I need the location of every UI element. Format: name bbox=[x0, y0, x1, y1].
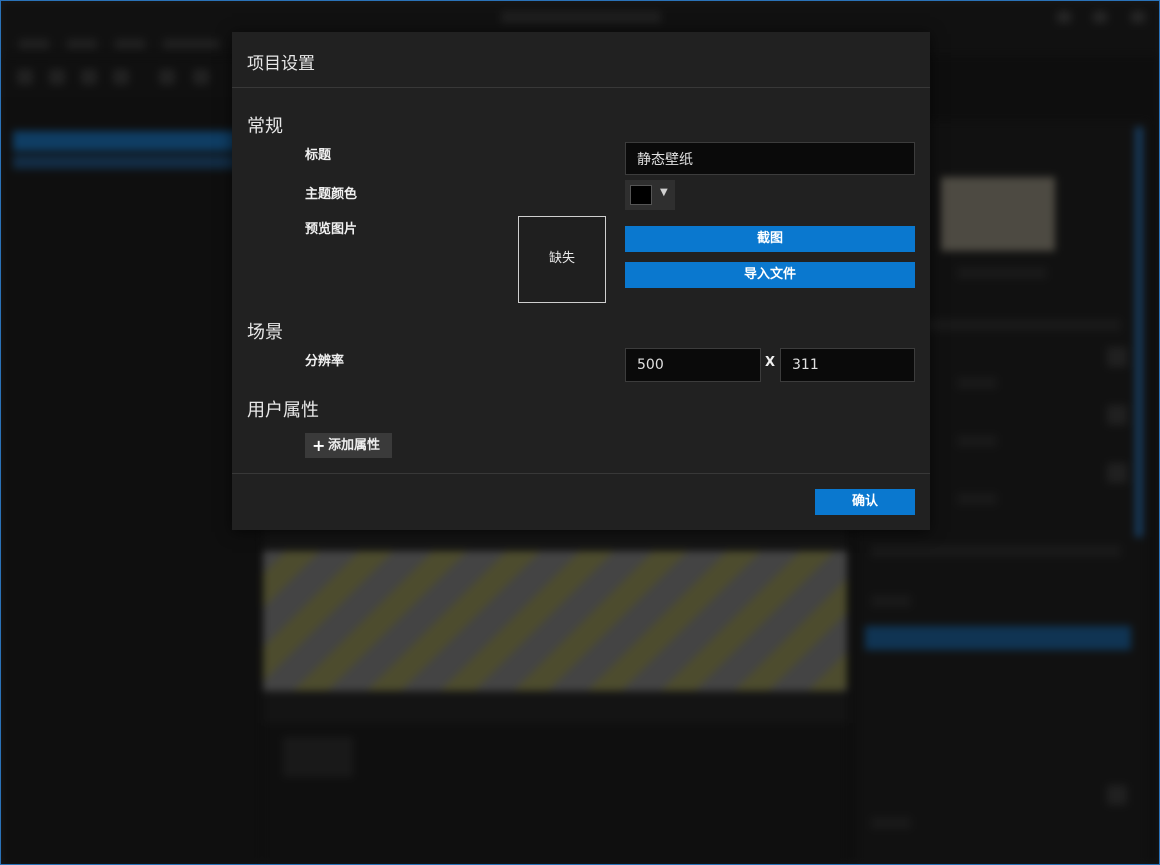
confirm-button[interactable]: 确认 bbox=[815, 489, 915, 515]
app-window: 项目设置 常规 标题 主题颜色 ▼ 预览图片 缺失 截图 导入文件 场景 分辨率… bbox=[0, 0, 1160, 865]
section-title-user-properties: 用户属性 bbox=[247, 400, 319, 421]
title-input[interactable] bbox=[625, 142, 915, 175]
import-file-button[interactable]: 导入文件 bbox=[625, 262, 915, 288]
add-property-button[interactable]: + 添加属性 bbox=[305, 433, 392, 458]
plus-icon: + bbox=[312, 436, 326, 455]
theme-color-label: 主题颜色 bbox=[305, 187, 358, 202]
theme-color-picker[interactable]: ▼ bbox=[625, 180, 675, 210]
resolution-width-input[interactable] bbox=[625, 348, 761, 382]
title-label: 标题 bbox=[305, 148, 332, 163]
resolution-height-input[interactable] bbox=[780, 348, 915, 382]
section-title-general: 常规 bbox=[247, 116, 283, 137]
preview-missing-text: 缺失 bbox=[548, 251, 575, 266]
dialog-header: 项目设置 bbox=[232, 32, 930, 88]
footer-divider bbox=[232, 473, 930, 474]
theme-color-swatch bbox=[630, 185, 652, 205]
preview-image-box: 缺失 bbox=[518, 216, 606, 303]
resolution-separator: X bbox=[765, 355, 776, 370]
project-settings-dialog: 项目设置 常规 标题 主题颜色 ▼ 预览图片 缺失 截图 导入文件 场景 分辨率… bbox=[232, 32, 930, 530]
resolution-label: 分辨率 bbox=[305, 354, 345, 369]
section-title-scene: 场景 bbox=[247, 322, 283, 343]
preview-image-label: 预览图片 bbox=[305, 222, 358, 237]
dialog-title: 项目设置 bbox=[247, 54, 315, 74]
dropdown-arrow-icon: ▼ bbox=[660, 187, 668, 198]
add-property-label: 添加属性 bbox=[328, 438, 381, 453]
screenshot-button[interactable]: 截图 bbox=[625, 226, 915, 252]
